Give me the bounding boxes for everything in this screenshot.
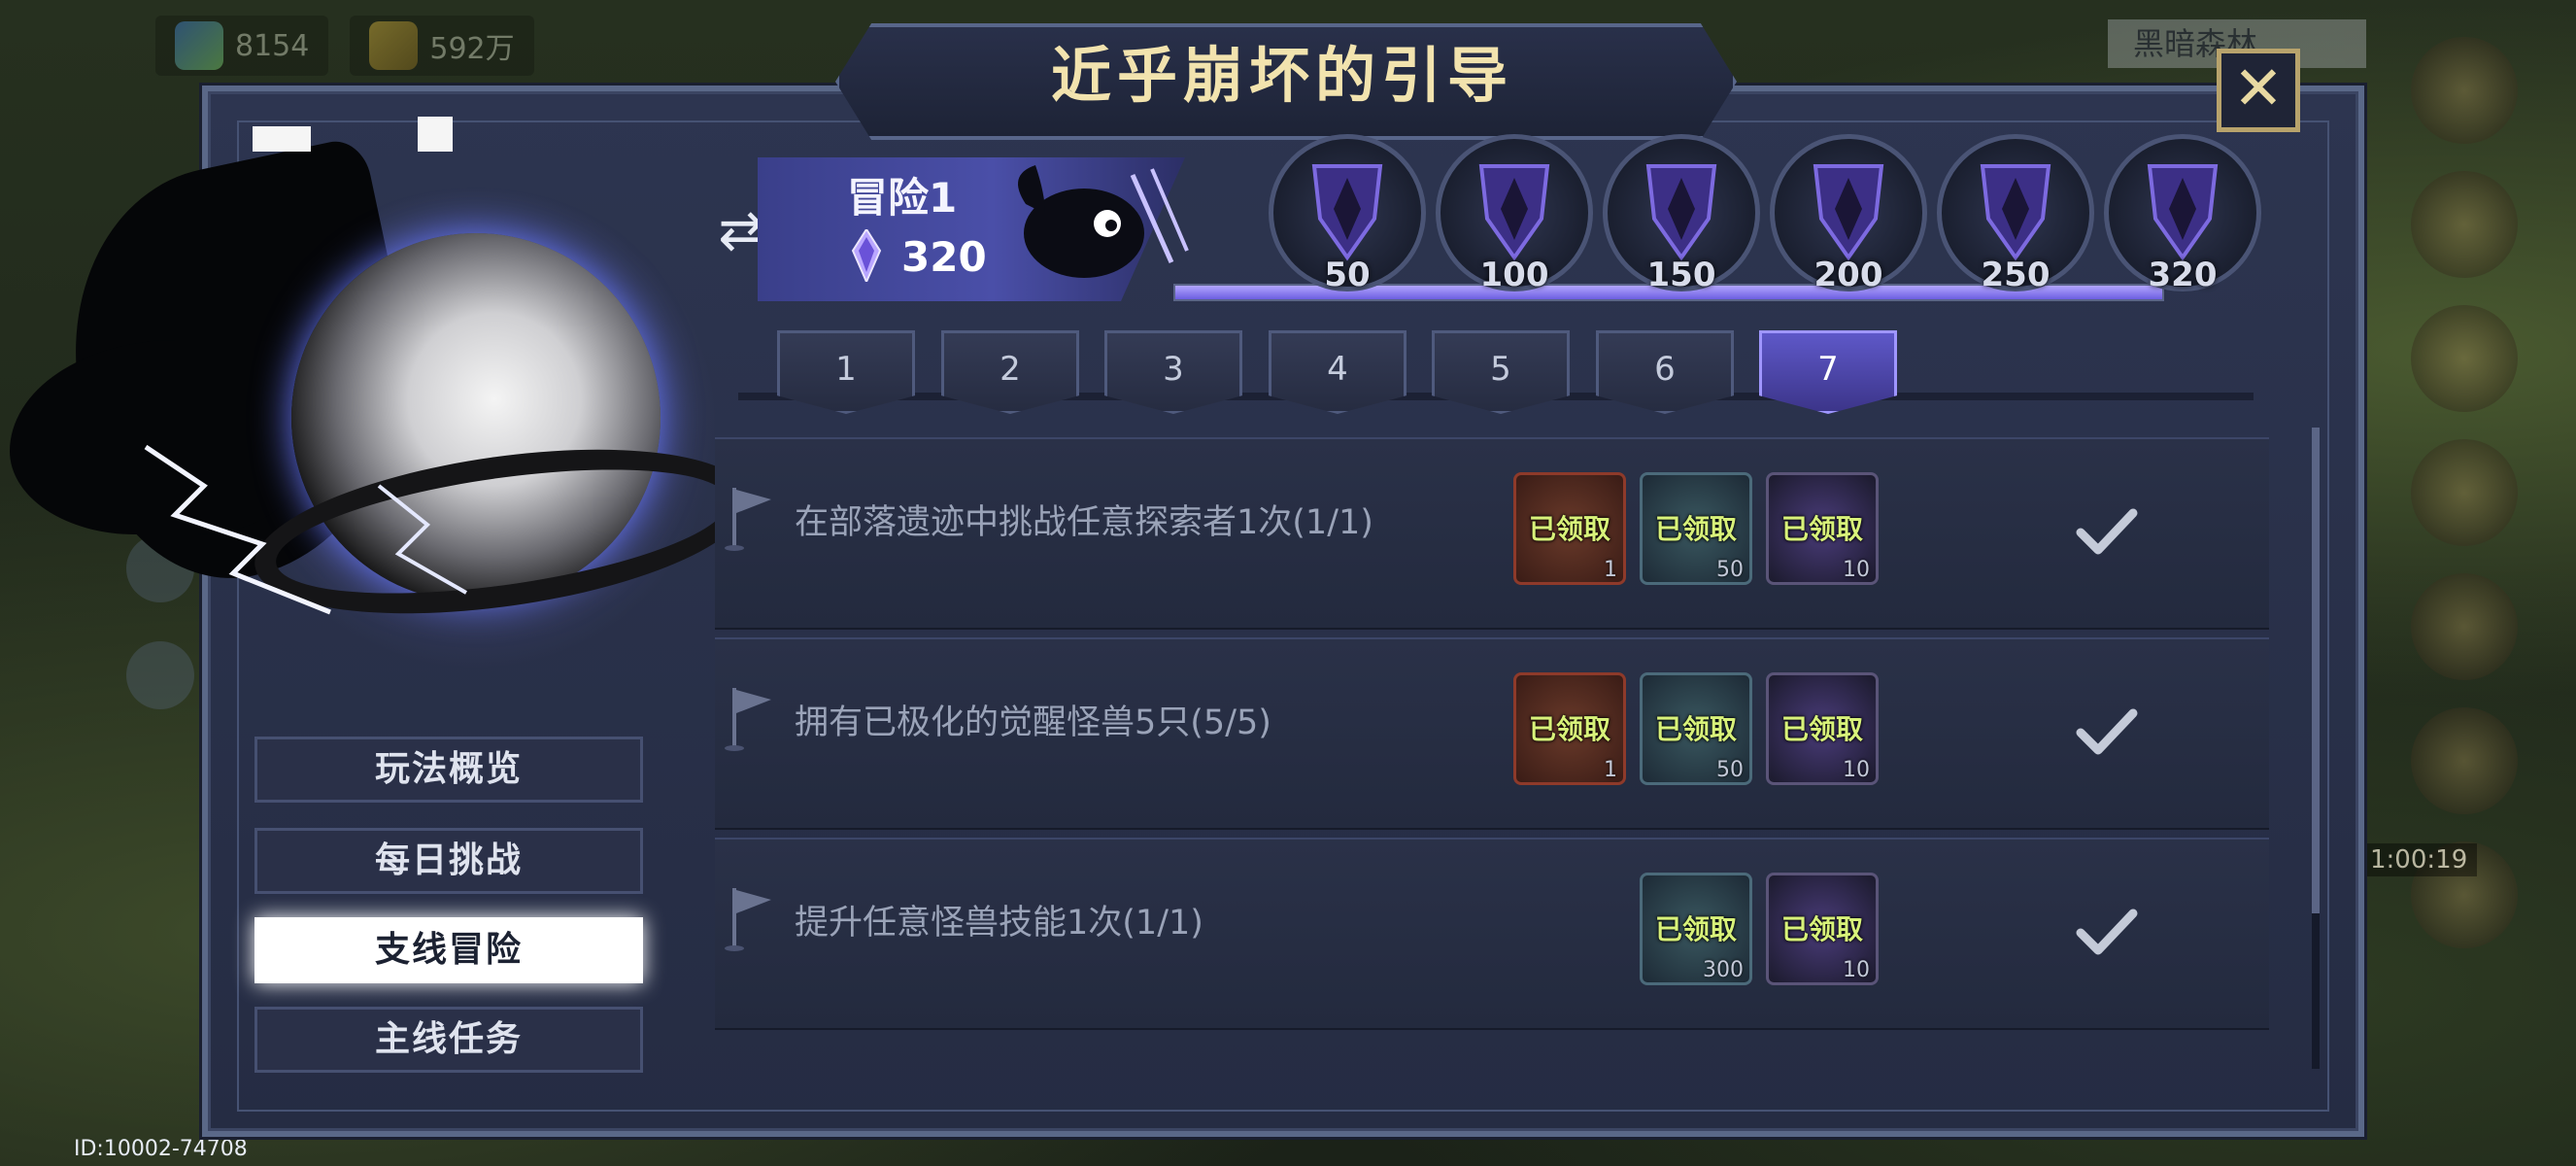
milestone-reward[interactable]: 50 — [1269, 134, 1426, 294]
reward-claimed-label: 已领取 — [1528, 713, 1610, 745]
task-text: 提升任意怪兽技能1次(1/1) — [795, 904, 1203, 943]
side-icon — [2411, 707, 2518, 814]
reward-item[interactable]: 已领取 300 — [1640, 873, 1752, 985]
reward-claimed-label: 已领取 — [1780, 913, 1863, 945]
reward-count: 10 — [1843, 758, 1870, 782]
background-timer: 1:00:19 — [2360, 843, 2478, 876]
side-icon — [2411, 439, 2518, 546]
adventure-name: 冒险1 — [847, 174, 958, 222]
milestone-value: 250 — [1981, 256, 2051, 294]
reward-item[interactable]: 已领取 1 — [1513, 472, 1626, 585]
check-icon — [2076, 508, 2138, 555]
task-text: 拥有已极化的觉醒怪兽5只(5/5) — [795, 703, 1271, 742]
milestone-value: 200 — [1813, 256, 1883, 294]
pixel-glitch — [418, 117, 453, 152]
milestone-reward[interactable]: 100 — [1436, 134, 1593, 294]
lightning-icon — [144, 444, 467, 615]
crystal-icon — [851, 229, 882, 282]
adventure-score: 320 — [901, 233, 987, 281]
milestone-chest-icon — [2147, 164, 2219, 261]
page-title: 近乎崩坏的引导 — [1050, 40, 1513, 111]
close-button[interactable]: ✕ — [2217, 49, 2300, 132]
reward-item[interactable]: 已领取 10 — [1766, 672, 1879, 785]
reward-claimed-label: 已领取 — [1654, 913, 1737, 945]
check-icon — [2076, 909, 2138, 955]
reward-count: 10 — [1843, 958, 1870, 982]
reward-count: 1 — [1604, 558, 1617, 582]
flag-icon — [725, 488, 771, 551]
milestone-chest-icon — [1311, 164, 1383, 261]
reward-claimed-label: 已领取 — [1654, 513, 1737, 545]
reward-claimed-label: 已领取 — [1780, 713, 1863, 745]
background-side-icons — [2391, 10, 2537, 1079]
side-icon — [2411, 573, 2518, 680]
reward-claimed-label: 已领取 — [1654, 713, 1737, 745]
milestone-reward[interactable]: 250 — [1937, 134, 2094, 294]
nav-overview[interactable]: 玩法概览 — [254, 737, 643, 803]
reward-item[interactable]: 已领取 10 — [1766, 472, 1879, 585]
milestone-reward[interactable]: 150 — [1603, 134, 1760, 294]
resource-gem-value: 8154 — [235, 28, 310, 63]
nav-daily-challenge[interactable]: 每日挑战 — [254, 828, 643, 894]
gold-icon — [369, 21, 419, 70]
milestone-value: 320 — [2148, 256, 2218, 294]
user-id: ID:10002-74708 — [74, 1137, 248, 1161]
reward-count: 50 — [1716, 558, 1744, 582]
reward-item[interactable]: 已领取 10 — [1766, 873, 1879, 985]
nav-side-adventure[interactable]: 支线冒险 — [254, 917, 643, 983]
task-scrollbar-thumb[interactable] — [2312, 428, 2320, 913]
reward-count: 10 — [1843, 558, 1870, 582]
reward-claimed-label: 已领取 — [1780, 513, 1863, 545]
background-resource-bar: 8154 592万 — [155, 16, 534, 76]
event-illustration — [10, 107, 761, 690]
reward-item[interactable]: 已领取 1 — [1513, 672, 1626, 785]
side-icon — [2411, 171, 2518, 278]
side-icon — [2411, 305, 2518, 412]
milestone-chest-icon — [1478, 164, 1550, 261]
milestone-chest-icon — [1980, 164, 2051, 261]
milestone-value: 50 — [1324, 256, 1371, 294]
resource-gem: 8154 — [155, 16, 329, 76]
reward-count: 50 — [1716, 758, 1744, 782]
task-scrollbar[interactable] — [2312, 428, 2320, 1069]
task-text: 在部落遗迹中挑战任意探索者1次(1/1) — [795, 503, 1373, 542]
mascot-icon — [1018, 165, 1189, 278]
reward-item[interactable]: 已领取 50 — [1640, 672, 1752, 785]
pixel-glitch — [253, 126, 311, 152]
milestone-value: 150 — [1646, 256, 1716, 294]
nav-main-quest[interactable]: 主线任务 — [254, 1007, 643, 1073]
milestone-value: 100 — [1479, 256, 1549, 294]
resource-gold-value: 592万 — [429, 32, 515, 66]
milestone-chest-icon — [1645, 164, 1717, 261]
reward-item[interactable]: 已领取 50 — [1640, 472, 1752, 585]
side-icon — [2411, 37, 2518, 144]
reward-count: 300 — [1703, 958, 1744, 982]
flag-icon — [725, 688, 771, 751]
gem-icon — [175, 21, 223, 70]
close-icon: ✕ — [2233, 52, 2284, 123]
resource-gold: 592万 — [350, 16, 534, 76]
check-icon — [2076, 708, 2138, 755]
milestone-reward[interactable]: 200 — [1770, 134, 1927, 294]
flag-icon — [725, 888, 771, 951]
reward-claimed-label: 已领取 — [1528, 513, 1610, 545]
reward-count: 1 — [1604, 758, 1617, 782]
milestone-chest-icon — [1813, 164, 1884, 261]
milestone-reward[interactable]: 320 — [2104, 134, 2261, 294]
